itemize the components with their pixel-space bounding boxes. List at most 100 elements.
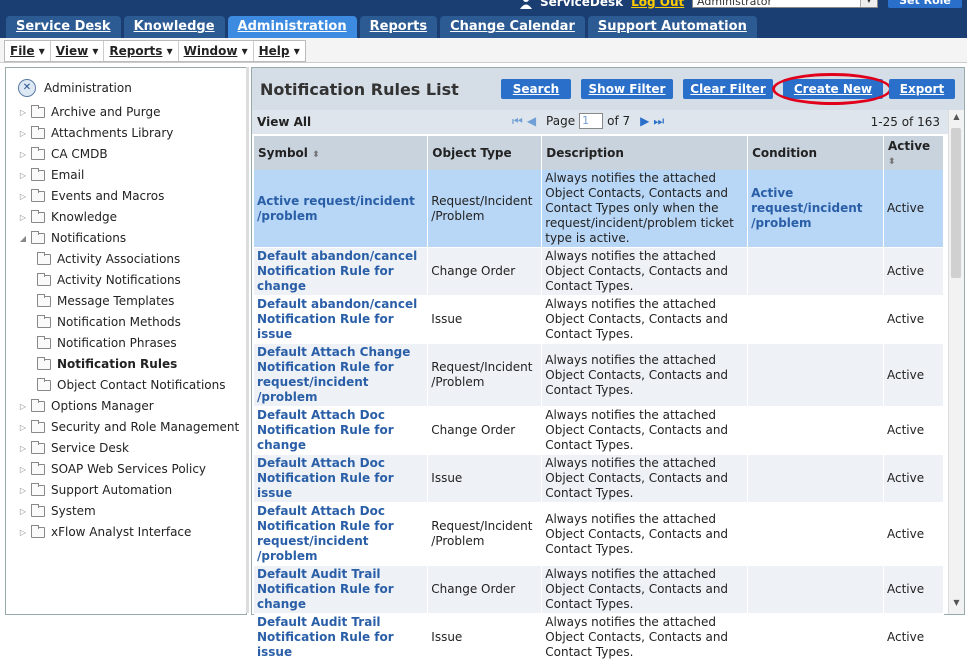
menu-file[interactable]: File ▾ [5,41,51,61]
sidebar-item[interactable]: Notification Rules [34,354,177,374]
tab-change-calendar[interactable]: Change Calendar [440,16,585,38]
scroll-thumb[interactable] [951,128,961,278]
symbol-cell[interactable]: Default Attach Doc Notification Rule for… [254,502,429,566]
table-scrollbar[interactable]: ▲ ▼ [948,110,964,614]
menu-view[interactable]: View ▾ [51,41,105,61]
column-header-symbol[interactable]: Symbol ⬍ [254,136,429,170]
table-row[interactable]: Default abandon/cancel Notification Rule… [254,295,945,344]
sidebar-item[interactable]: ▷ CA CMDB [18,144,108,164]
tab-reports[interactable]: Reports [359,16,438,38]
scroll-up-icon[interactable]: ▲ [949,112,964,126]
active-cell: Active [883,565,945,614]
prev-page-icon[interactable]: ◀ [527,114,536,128]
expand-icon[interactable]: ▷ [18,171,28,180]
symbol-cell[interactable]: Default Attach Change Notification Rule … [254,343,429,407]
tab-service-desk[interactable]: Service Desk [6,16,121,38]
symbol-cell[interactable]: Default abandon/cancel Notification Rule… [254,295,429,344]
sidebar-item[interactable]: Notification Phrases [34,333,177,353]
symbol-cell[interactable]: Active request/incident /problem [254,170,429,248]
sidebar-item[interactable]: ▷ Security and Role Management [18,417,239,437]
expanded-icon[interactable]: ◢ [18,234,28,243]
sidebar-item[interactable]: ▷ Options Manager [18,396,154,416]
table-row[interactable]: Default Audit Trail Notification Rule fo… [254,613,945,662]
view-all-link[interactable]: View All [257,115,311,129]
symbol-cell[interactable]: Default Audit Trail Notification Rule fo… [254,613,429,662]
search-button[interactable]: Search [501,79,571,99]
tab-knowledge[interactable]: Knowledge [123,16,225,38]
sidebar-item[interactable]: ▷ SOAP Web Services Policy [18,459,206,479]
expand-icon[interactable]: ▷ [18,507,28,516]
expand-icon[interactable]: ▷ [18,528,28,537]
table-row[interactable]: Default Attach Change Notification Rule … [254,343,945,407]
last-page-icon[interactable]: ⏭ [653,114,664,129]
table-row[interactable]: Default Audit Trail Notification Rule fo… [254,565,945,614]
page-number-input[interactable]: 1 [579,113,604,129]
sidebar-item[interactable]: ▷ Events and Macros [18,186,164,206]
export-button[interactable]: Export [889,79,955,99]
expand-icon[interactable]: ▷ [18,213,28,222]
expand-icon[interactable]: ▷ [18,150,28,159]
expand-icon[interactable]: ▷ [18,108,28,117]
first-page-icon[interactable]: ⏮ [512,114,523,129]
expand-icon[interactable]: ▷ [18,192,28,201]
expand-icon[interactable]: ▷ [18,423,28,432]
sidebar-item[interactable]: ▷ Service Desk [18,438,129,458]
sidebar-item-label: Attachments Library [51,126,174,140]
table-row[interactable]: Active request/incident /problem Request/… [254,170,945,248]
expand-icon[interactable]: ▷ [18,129,28,138]
sidebar-item[interactable]: ▷ xFlow Analyst Interface [18,522,191,542]
top-bar: ServiceDesk Log Out Administrator ▼ Set … [0,0,967,38]
role-select[interactable]: Administrator ▼ [692,0,878,8]
active-cell: Active [883,454,945,503]
table-row[interactable]: Default Attach Doc Notification Rule for… [254,406,945,455]
sidebar-item[interactable]: Object Contact Notifications [34,375,226,395]
expand-icon[interactable]: ▷ [18,402,28,411]
main-panel: Notification Rules List Search Show Filt… [251,67,965,662]
column-header-active[interactable]: Active ⬍ [883,136,945,170]
sidebar-item[interactable]: ◢ Notifications [18,228,126,248]
symbol-cell[interactable]: Default Audit Trail Notification Rule fo… [254,565,429,614]
chevron-down-icon: ▼ [860,0,877,7]
sidebar-item[interactable]: ▷ Attachments Library [18,123,173,143]
menu-reports[interactable]: Reports ▾ [104,41,179,61]
sidebar-item[interactable]: ▷ Support Automation [18,480,172,500]
clear-filter-button[interactable]: Clear Filter [683,79,773,99]
symbol-cell[interactable]: Default abandon/cancel Notification Rule… [254,247,429,296]
table-row[interactable]: Default Attach Doc Notification Rule for… [254,502,945,566]
record-range: 1-25 of 163 [870,115,940,129]
table-row[interactable]: Default Attach Doc Notification Rule for… [254,454,945,503]
logout-link[interactable]: Log Out [631,0,684,9]
symbol-cell[interactable]: Default Attach Doc Notification Rule for… [254,454,429,503]
expand-icon[interactable]: ▷ [18,465,28,474]
sidebar-item[interactable]: Message Templates [34,291,174,311]
sidebar-item[interactable]: ▷ Archive and Purge [18,102,160,122]
column-header-description[interactable]: Description [541,136,749,170]
sidebar-item[interactable]: ▷ System [18,501,96,521]
sidebar-item[interactable]: Notification Methods [34,312,181,332]
sidebar-scrollbar[interactable] [246,67,249,613]
expand-icon[interactable]: ▷ [18,486,28,495]
tree-root[interactable]: ✕ Administration [18,79,132,97]
sidebar-item[interactable]: Activity Notifications [34,270,181,290]
folder-icon [37,356,51,370]
menu-help[interactable]: Help ▾ [254,41,305,61]
tab-support-automation[interactable]: Support Automation [587,16,757,38]
sidebar-item[interactable]: ▷ Knowledge [18,207,117,227]
symbol-cell[interactable]: Default Attach Doc Notification Rule for… [254,406,429,455]
column-header-object-type[interactable]: Object Type [427,136,543,170]
scroll-down-icon[interactable]: ▼ [949,598,964,612]
folder-icon [31,524,45,538]
show-filter-button[interactable]: Show Filter [581,79,673,99]
user-line: ServiceDesk Log Out [520,0,684,9]
tab-administration[interactable]: Administration [227,16,357,38]
sidebar-item-label: Security and Role Management [51,420,240,434]
table-row[interactable]: Default abandon/cancel Notification Rule… [254,247,945,296]
sidebar-item[interactable]: ▷ Email [18,165,84,185]
next-page-icon[interactable]: ▶ [640,114,649,128]
set-role-button[interactable]: Set Role [888,0,962,8]
menu-window[interactable]: Window ▾ [179,41,254,61]
sidebar-item[interactable]: Activity Associations [34,249,180,269]
folder-icon [37,293,51,307]
column-header-condition[interactable]: Condition [747,136,884,170]
expand-icon[interactable]: ▷ [18,444,28,453]
